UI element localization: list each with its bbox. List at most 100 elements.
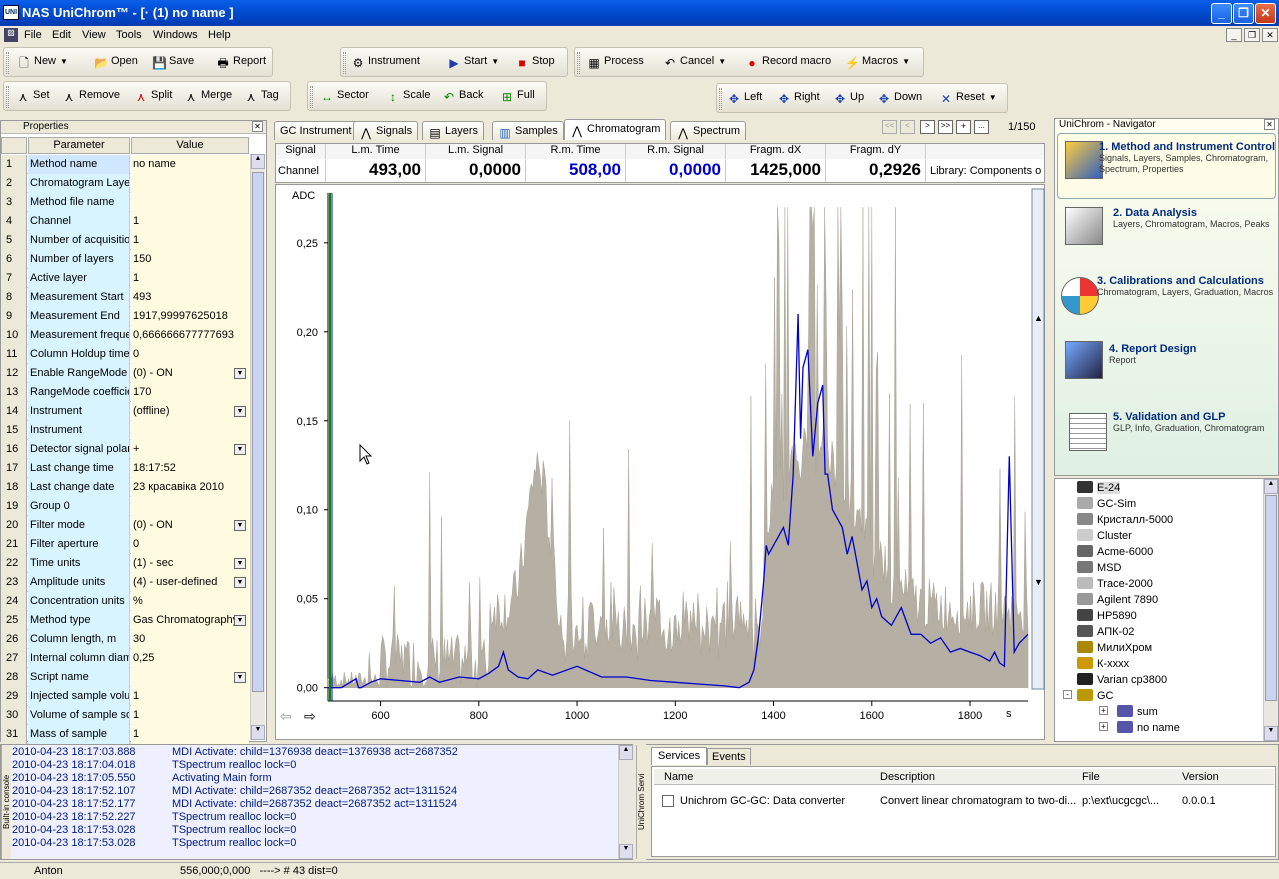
set-button[interactable]: ⋏ Set bbox=[16, 89, 50, 104]
property-name[interactable]: Instrument bbox=[28, 402, 130, 421]
property-row[interactable]: 26 Column length, m 30 bbox=[1, 630, 249, 649]
navigator-close-icon[interactable]: ✕ bbox=[1264, 119, 1275, 130]
remove-button[interactable]: ⋏ Remove bbox=[62, 89, 120, 104]
tab-signals[interactable]: ⋀ Signals bbox=[353, 121, 419, 140]
property-value[interactable]: no name bbox=[131, 155, 249, 174]
property-value[interactable]: 1 bbox=[131, 706, 249, 725]
property-row[interactable]: 3 Method file name bbox=[1, 193, 249, 212]
mdi-restore-button[interactable]: ❐ bbox=[1244, 28, 1260, 42]
property-row[interactable]: 22 Time units (1) - sec ▼ bbox=[1, 554, 249, 573]
process-button[interactable]: ▦ Process bbox=[587, 55, 643, 70]
property-row[interactable]: 7 Active layer 1 bbox=[1, 269, 249, 288]
property-row[interactable]: 16Detector signal polarity+▼ bbox=[1, 440, 249, 459]
property-value[interactable]: 1 bbox=[131, 725, 249, 744]
col-description[interactable]: Description bbox=[880, 771, 935, 783]
navigator-item-calibrations[interactable]: 3. Calibrations and Calculations Chromato… bbox=[1097, 275, 1275, 298]
property-value[interactable] bbox=[131, 174, 249, 193]
property-name[interactable]: Last change date bbox=[28, 478, 130, 497]
col-version[interactable]: Version bbox=[1182, 771, 1219, 783]
property-value[interactable]: (0) - ON bbox=[131, 364, 249, 383]
property-name[interactable]: Time units bbox=[28, 554, 130, 573]
property-value[interactable]: 23 красавіка 2010 bbox=[131, 478, 249, 497]
tree-item[interactable]: Cluster bbox=[1077, 529, 1132, 545]
instrument-button[interactable]: ⚙ Instrument bbox=[351, 55, 420, 70]
property-row[interactable]: 31 Mass of sample 1 bbox=[1, 725, 249, 744]
property-value[interactable]: 0,25 bbox=[131, 649, 249, 668]
property-name[interactable]: Channel bbox=[28, 212, 130, 231]
property-row[interactable]: 19 Group 0 bbox=[1, 497, 249, 516]
expand-icon[interactable]: + bbox=[1099, 722, 1108, 731]
collapse-icon[interactable]: - bbox=[1063, 690, 1072, 699]
property-row[interactable]: 17 Last change time 18:17:52 bbox=[1, 459, 249, 478]
merge-button[interactable]: ⋏ Merge bbox=[184, 89, 233, 104]
property-name[interactable]: RangeMode coefficient bbox=[28, 383, 130, 402]
property-name[interactable]: Method file name bbox=[28, 193, 130, 212]
properties-scrollbar[interactable]: ▲ ▼ bbox=[250, 154, 265, 740]
property-row[interactable]: 23 Amplitude units (4) - user-defined ▼ bbox=[1, 573, 249, 592]
col-name[interactable]: Name bbox=[664, 771, 693, 783]
property-value[interactable] bbox=[131, 668, 249, 687]
property-value[interactable]: 1 bbox=[131, 269, 249, 288]
property-name[interactable]: Detector signal polarity bbox=[28, 440, 130, 459]
property-name[interactable]: Method name bbox=[28, 155, 130, 174]
property-value[interactable]: (offline) bbox=[131, 402, 249, 421]
property-row[interactable]: 6 Number of layers 150 bbox=[1, 250, 249, 269]
menu-view[interactable]: View bbox=[82, 29, 106, 41]
up-button[interactable]: ✥ Up bbox=[833, 91, 864, 106]
property-name[interactable]: Measurement End bbox=[28, 307, 130, 326]
expand-icon[interactable]: + bbox=[1099, 706, 1108, 715]
tab-spectrum[interactable]: ⋀ Spectrum bbox=[670, 121, 747, 140]
property-value[interactable]: 1917,99997625018 bbox=[131, 307, 249, 326]
property-name[interactable]: Mass of sample bbox=[28, 725, 130, 744]
navigator-item-validation[interactable]: 5. Validation and GLP GLP, Info, Graduati… bbox=[1113, 411, 1273, 434]
menu-help[interactable]: Help bbox=[208, 29, 231, 41]
col-file[interactable]: File bbox=[1082, 771, 1100, 783]
save-button[interactable]: 💾 Save bbox=[152, 55, 194, 70]
left-button[interactable]: ✥ Left bbox=[727, 91, 762, 106]
property-name[interactable]: Number of acquisitions bbox=[28, 231, 130, 250]
property-name[interactable]: Enable RangeMode bbox=[28, 364, 130, 383]
dropdown-arrow-icon[interactable]: ▼ bbox=[234, 368, 246, 379]
tree-item[interactable]: МилиХром bbox=[1077, 641, 1152, 657]
property-value[interactable]: 1 bbox=[131, 212, 249, 231]
next-layer-button[interactable]: > bbox=[920, 120, 935, 134]
property-row[interactable]: 21 Filter aperture 0 bbox=[1, 535, 249, 554]
property-value[interactable]: 150 bbox=[131, 250, 249, 269]
property-name[interactable]: Amplitude units bbox=[28, 573, 130, 592]
property-row[interactable]: 4 Channel 1 bbox=[1, 212, 249, 231]
property-name[interactable]: Measurement Start bbox=[28, 288, 130, 307]
property-name[interactable]: Instrument bbox=[28, 421, 130, 440]
property-name[interactable]: Number of layers bbox=[28, 250, 130, 269]
first-layer-button[interactable]: << bbox=[882, 120, 897, 134]
menu-tools[interactable]: Tools bbox=[116, 29, 142, 41]
property-value[interactable]: (0) - ON bbox=[131, 516, 249, 535]
property-row[interactable]: 18 Last change date 23 красавіка 2010 bbox=[1, 478, 249, 497]
right-button[interactable]: ✥ Right bbox=[777, 91, 820, 106]
tree-item[interactable]: Agilent 7890 bbox=[1077, 593, 1158, 609]
stop-button[interactable]: ■ Stop bbox=[515, 55, 554, 70]
report-button[interactable]: 🖶 Report bbox=[216, 55, 266, 70]
console-scrollbar[interactable]: ▲ ▼ bbox=[618, 745, 633, 859]
tree-scrollbar[interactable]: ▲ ▼ bbox=[1263, 479, 1278, 741]
property-value[interactable]: 493 bbox=[131, 288, 249, 307]
property-row[interactable]: 24 Concentration units% bbox=[1, 592, 249, 611]
scale-button[interactable]: ↕ Scale bbox=[386, 89, 431, 104]
tree-item[interactable]: Varian cp3800 bbox=[1077, 673, 1167, 689]
tab-gc-instrument[interactable]: GC Instrument bbox=[274, 121, 358, 140]
more-layer-button[interactable]: ... bbox=[974, 120, 989, 134]
tab-layers[interactable]: ▤ Layers bbox=[422, 121, 485, 140]
property-name[interactable]: Active layer bbox=[28, 269, 130, 288]
property-name[interactable]: Concentration units bbox=[28, 592, 130, 611]
down-button[interactable]: ✥ Down bbox=[877, 91, 922, 106]
property-value[interactable]: 30 bbox=[131, 630, 249, 649]
property-name[interactable]: Column length, m bbox=[28, 630, 130, 649]
open-button[interactable]: 📂 Open bbox=[94, 55, 138, 70]
property-name[interactable]: Injected sample volume bbox=[28, 687, 130, 706]
service-checkbox[interactable] bbox=[662, 795, 674, 807]
property-value[interactable]: 18:17:52 bbox=[131, 459, 249, 478]
property-row[interactable]: 5Number of acquisitions1 bbox=[1, 231, 249, 250]
property-value[interactable] bbox=[131, 497, 249, 516]
chart-svg[interactable]: ADC 0,00 0,05 0,10 0,15 0,20 0,25 600 800 1000 120… bbox=[276, 185, 1046, 741]
dropdown-arrow-icon[interactable]: ▼ bbox=[234, 406, 246, 417]
minimize-button[interactable]: _ bbox=[1211, 3, 1232, 24]
